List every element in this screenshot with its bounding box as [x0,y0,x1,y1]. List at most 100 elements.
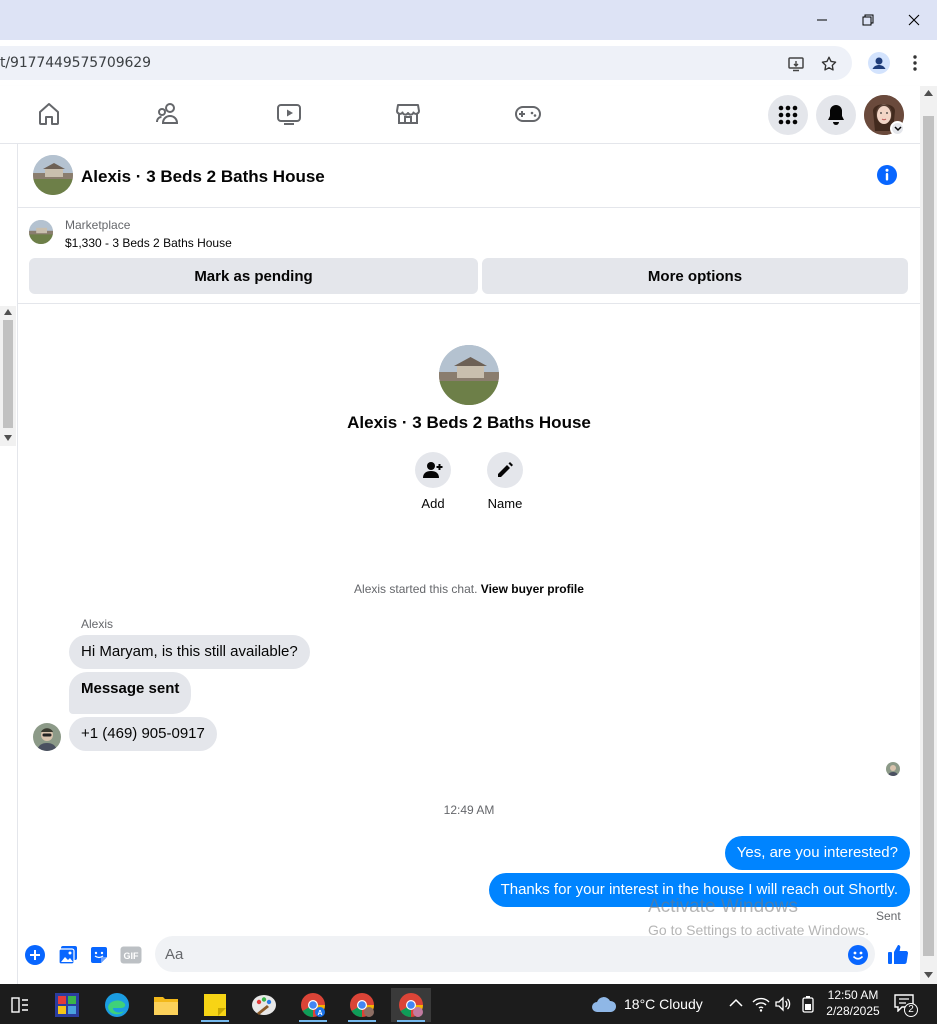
listing-avatar[interactable] [33,155,73,195]
home-icon[interactable] [35,100,63,128]
bell-icon [828,105,844,125]
install-app-icon[interactable] [786,54,806,74]
marketplace-listing-banner: Marketplace $1,330 - 3 Beds 2 Baths Hous… [18,208,920,304]
task-view-icon [11,997,28,1013]
taskbar-chrome-profile-a[interactable]: A [293,988,333,1022]
message-composer: GIF [18,929,920,984]
profile-icon[interactable] [866,50,892,76]
taskbar-file-explorer[interactable] [146,988,186,1022]
address-bar[interactable]: t/9177449575709629 [0,46,852,80]
edge-icon [105,993,129,1017]
page-scrollbar[interactable] [920,86,937,984]
active-indicator [397,1020,425,1022]
sticker-button[interactable] [88,944,110,966]
bookmark-star-icon[interactable] [819,54,839,74]
battery-icon[interactable] [800,995,816,1013]
scroll-down-icon[interactable] [924,972,933,978]
attach-photo-button[interactable] [57,944,79,966]
more-actions-button[interactable] [24,944,46,966]
taskbar-app-1[interactable] [47,988,87,1022]
add-label: Add [421,496,445,511]
volume-icon[interactable] [775,996,791,1012]
cloudy-weather-icon[interactable] [591,995,617,1013]
scrollbar-thumb[interactable] [3,320,13,428]
svg-text:GIF: GIF [124,951,140,961]
add-button[interactable] [415,452,451,488]
active-indicator [348,1020,376,1022]
windows-taskbar: A 18°C Cloudy 12:50 AM 2/28/2025 2 [0,984,937,1024]
notifications-button[interactable] [816,95,856,135]
chrome-menu-icon[interactable] [902,50,928,76]
gif-button[interactable]: GIF [120,944,142,966]
sticker-icon [91,947,107,963]
name-button[interactable] [487,452,523,488]
url-text[interactable]: t/9177449575709629 [0,55,151,71]
name-action[interactable]: Name [475,452,535,511]
listing-thumbnail[interactable] [29,220,53,244]
chrome-icon: A [301,993,325,1017]
message-input[interactable] [155,936,875,972]
clock[interactable]: 12:50 AM 2/28/2025 [823,987,883,1019]
minimize-button[interactable] [799,0,845,40]
emoji-button[interactable] [847,944,869,966]
chat-list-panel [0,144,18,984]
profile-avatar[interactable] [439,345,499,405]
chevron-up-icon[interactable] [729,998,743,1008]
like-button[interactable] [886,942,910,966]
sender-name: Alexis [81,617,114,631]
photo-icon [58,946,77,965]
close-window-button[interactable] [891,0,937,40]
incoming-message[interactable]: Hi Maryam, is this still available? [69,635,310,669]
outgoing-message[interactable]: Yes, are you interested? [724,836,910,870]
gaming-icon[interactable] [514,100,542,128]
name-label: Name [487,496,523,511]
account-menu-chevron[interactable] [890,121,905,136]
watch-video-icon[interactable] [275,100,303,128]
incoming-message[interactable]: +1 (469) 905-0917 [69,717,217,751]
info-icon[interactable] [876,164,898,186]
mark-as-pending-button[interactable]: Mark as pending [29,258,478,294]
chat-header: Alexis · 3 Beds 2 Baths House [18,144,920,208]
chat-list-scrollbar[interactable] [0,306,16,446]
active-indicator [299,1020,327,1022]
chrome-icon [399,993,423,1017]
scroll-down-icon[interactable] [4,435,12,441]
message-timestamp: 12:49 AM [443,803,495,817]
scrollbar-thumb[interactable] [923,116,934,956]
marketplace-label: Marketplace [65,218,131,232]
pencil-icon [498,462,513,477]
facebook-top-nav [0,86,920,144]
taskbar-chrome-profile-b[interactable] [342,988,382,1022]
grid-menu-icon [778,105,798,125]
close-icon [908,14,920,26]
task-view-button[interactable] [0,988,40,1022]
app-grid-icon [55,993,79,1017]
scroll-up-icon[interactable] [4,309,12,315]
taskbar-paint[interactable] [244,988,284,1022]
friends-icon[interactable] [155,100,183,128]
wifi-icon[interactable] [752,996,770,1012]
sender-avatar[interactable] [33,723,61,751]
profile-name: Alexis · 3 Beds 2 Baths House [347,413,591,432]
outgoing-message[interactable]: Thanks for your interest in the house I … [488,873,910,907]
more-options-button[interactable]: More options [482,258,908,294]
taskbar-sticky-notes[interactable] [195,988,235,1022]
listing-title[interactable]: $1,330 - 3 Beds 2 Baths House [65,236,232,250]
restore-button[interactable] [845,0,891,40]
sticky-notes-icon [204,994,226,1016]
scroll-up-icon[interactable] [924,90,933,96]
notification-center-button[interactable]: 2 [894,994,918,1017]
chevron-down-icon [893,125,902,131]
view-buyer-profile-link[interactable]: View buyer profile [481,582,584,596]
message-thread: Alexis · 3 Beds 2 Baths House Add Name A… [18,305,920,929]
taskbar-edge[interactable] [97,988,137,1022]
taskbar-chrome-profile-c[interactable] [391,988,431,1022]
notification-count-badge: 2 [904,1003,918,1017]
add-action[interactable]: Add [403,452,463,511]
menu-grid-button[interactable] [768,95,808,135]
chat-started-text: Alexis started this chat. [354,582,478,596]
weather-text[interactable]: 18°C Cloudy [624,996,703,1012]
chat-title[interactable]: Alexis · 3 Beds 2 Baths House [81,167,325,187]
incoming-message[interactable]: Message sent [69,672,192,714]
marketplace-icon[interactable] [394,100,422,128]
